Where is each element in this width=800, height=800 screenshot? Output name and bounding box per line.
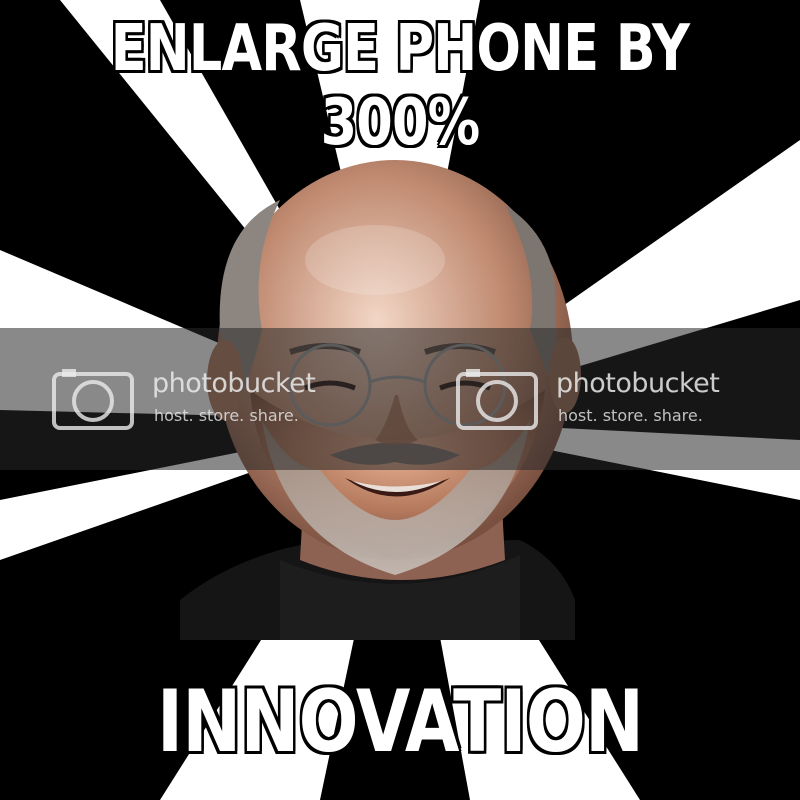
watermark-brand: photobucket — [556, 368, 720, 399]
top-caption-line-2: 300% — [320, 86, 481, 160]
top-caption: ENLARGE PHONE BY 300% — [72, 12, 728, 160]
watermark-banner: photobucket host. store. share. photobuc… — [0, 328, 800, 470]
watermark-brand: photobucket — [152, 368, 316, 399]
meme-image: ENLARGE PHONE BY 300% photobucket host. … — [0, 0, 800, 800]
watermark-tagline: host. store. share. — [558, 406, 703, 425]
watermark-tagline: host. store. share. — [154, 406, 299, 425]
top-caption-line-1: ENLARGE PHONE BY — [110, 12, 690, 86]
camera-icon — [52, 369, 134, 430]
bottom-caption: INNOVATION — [156, 672, 644, 772]
camera-icon — [456, 369, 538, 430]
